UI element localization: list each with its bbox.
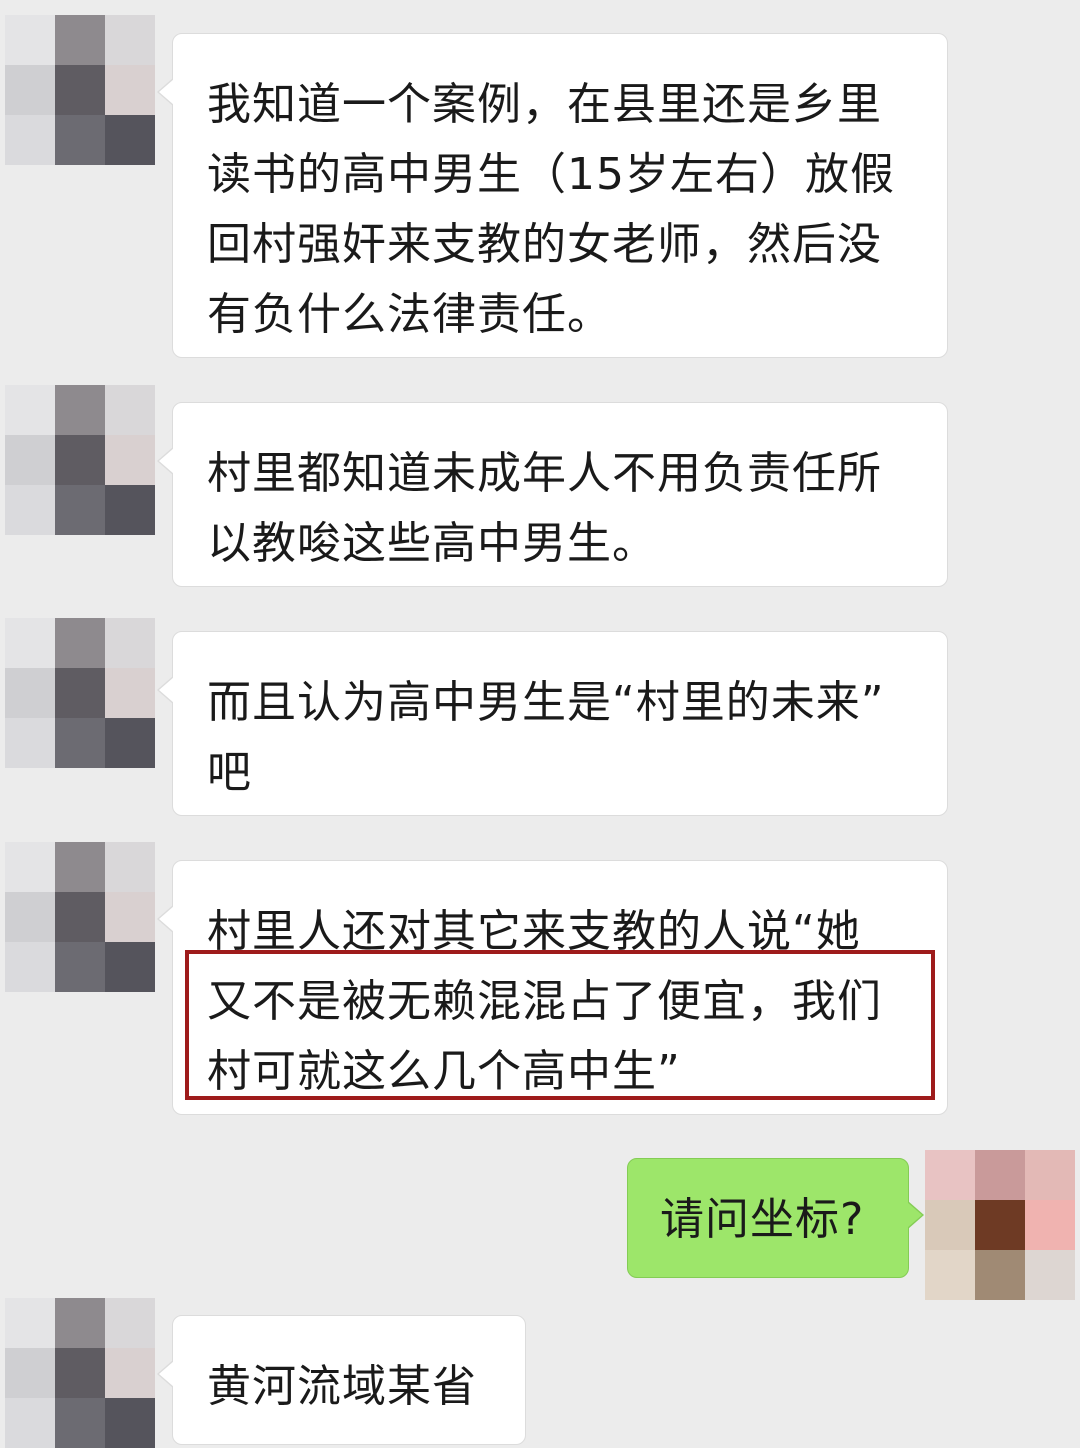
contact-avatar[interactable] xyxy=(5,842,155,992)
message-text: 回村强奸来支教的女老师，然后没 xyxy=(207,219,882,270)
contact-avatar[interactable] xyxy=(5,385,155,535)
message-bubble[interactable]: 而且认为高中男生是“村里的未来” 吧 xyxy=(157,631,948,816)
message-bubble[interactable]: 村里都知道未成年人不用负责任所 以教唆这些高中男生。 xyxy=(157,402,948,587)
message-text: 有负什么法律责任。 xyxy=(207,289,612,340)
message-text: 读书的高中男生（15岁左右）放假 xyxy=(207,149,895,200)
contact-avatar[interactable] xyxy=(5,618,155,768)
message-bubble[interactable]: 我知道一个案例，在县里还是乡里 读书的高中男生（15岁左右）放假 回村强奸来支教… xyxy=(157,33,948,358)
message-text: 以教唆这些高中男生。 xyxy=(207,518,657,569)
message-text: 黄河流域某省 xyxy=(207,1361,477,1412)
message-text: 我知道一个案例，在县里还是乡里 xyxy=(207,79,882,130)
message-text: 村里都知道未成年人不用负责任所 xyxy=(207,448,882,499)
message-bubble[interactable]: 黄河流域某省 xyxy=(157,1315,526,1445)
highlight-box xyxy=(185,950,935,1100)
message-text: 而且认为高中男生是“村里的未来” xyxy=(207,677,885,728)
message-text: 请问坐标? xyxy=(660,1194,865,1245)
user-avatar[interactable] xyxy=(925,1150,1075,1300)
message-bubble-outgoing[interactable]: 请问坐标? xyxy=(627,1158,924,1278)
contact-avatar[interactable] xyxy=(5,15,155,165)
contact-avatar[interactable] xyxy=(5,1298,155,1448)
message-text: 吧 xyxy=(207,747,252,798)
